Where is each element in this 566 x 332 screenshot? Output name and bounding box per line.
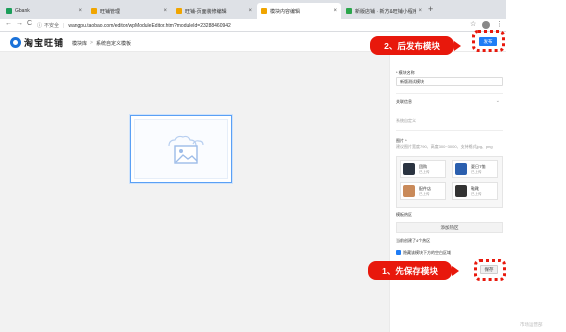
address-separator: | bbox=[63, 22, 65, 29]
hotspot-count: 当前创建了4个热区 bbox=[396, 238, 431, 243]
module-name-value: 新版测试模块 bbox=[400, 78, 424, 84]
divider bbox=[396, 93, 503, 94]
new-tab-button[interactable]: + bbox=[428, 4, 433, 14]
breadcrumb: 模块库 > 系统自定义模板 bbox=[72, 40, 131, 47]
bookmark-star-icon[interactable]: ☆ bbox=[470, 20, 476, 28]
info-icon: ⓘ bbox=[37, 23, 43, 29]
browser-window: Gbank × 旺铺管理 × 旺铺-页面装修编辑 × 模块内容编辑 × 新版店铺… bbox=[0, 0, 506, 332]
hide-blank-label: 隐藏该模块下方的空白区域 bbox=[403, 250, 451, 255]
profile-avatar[interactable] bbox=[482, 21, 490, 29]
reload-icon[interactable]: C bbox=[27, 20, 32, 27]
image-list: 团购 已上传 夏日T恤 已上传 配件店 已上传 鞋靴 已上传 bbox=[396, 156, 503, 208]
close-icon[interactable]: × bbox=[248, 8, 252, 14]
images-hint: 建议图片宽度790、高度300~3000、支持格式jpg、png bbox=[396, 144, 493, 149]
chevron-down-icon[interactable]: ⌄ bbox=[496, 98, 500, 104]
close-icon[interactable]: × bbox=[333, 8, 337, 14]
image-thumbnail bbox=[455, 185, 467, 197]
back-icon[interactable]: ← bbox=[5, 20, 12, 27]
image-thumbnail bbox=[403, 185, 415, 197]
gbank-favicon-icon bbox=[6, 8, 12, 14]
module-name-label: * 模块名称 bbox=[396, 70, 415, 75]
corner-watermark: 市场运营部 bbox=[520, 322, 543, 327]
add-hotspot-button[interactable]: 添加热区 bbox=[396, 222, 503, 233]
shop-favicon-icon bbox=[346, 8, 352, 14]
address-bar[interactable]: ⓘ 不安全 | wangpu.taobao.com/editor/wpModul… bbox=[37, 21, 462, 30]
tab-module-editor[interactable]: 模块内容编辑 × bbox=[257, 3, 341, 19]
hide-blank-checkbox[interactable] bbox=[396, 250, 401, 255]
tab-gbank[interactable]: Gbank × bbox=[2, 3, 86, 19]
browser-menu-icon[interactable]: ⋮ bbox=[496, 20, 503, 28]
annotation-step-1: 1、先保存模块 bbox=[368, 261, 459, 280]
breadcrumb-separator: > bbox=[90, 40, 93, 46]
close-icon[interactable]: × bbox=[78, 8, 82, 14]
browser-toolbar: ← → C ⓘ 不安全 | wangpu.taobao.com/editor/w… bbox=[0, 19, 506, 32]
divider bbox=[396, 130, 503, 131]
publish-highlight-ring bbox=[472, 30, 505, 52]
hotspot-label: 模板热区 bbox=[396, 212, 412, 217]
forward-icon[interactable]: → bbox=[16, 20, 23, 27]
taobao-favicon-icon bbox=[176, 8, 182, 14]
image-placeholder bbox=[134, 119, 228, 179]
close-icon[interactable]: × bbox=[163, 8, 167, 14]
module-settings-panel: * 模块名称 新版测试模块 关联信息 ⌄ 系统自定义 图片 * 建议图片宽度79… bbox=[389, 52, 506, 332]
url-text[interactable]: wangpu.taobao.com/editor/wpModuleEditor.… bbox=[68, 23, 230, 29]
taobao-favicon-icon bbox=[91, 8, 97, 14]
save-highlight-ring bbox=[474, 259, 506, 281]
image-item[interactable]: 鞋靴 已上传 bbox=[452, 182, 498, 200]
module-name-field[interactable]: 新版测试模块 bbox=[396, 77, 503, 86]
logo-mark-icon bbox=[10, 37, 21, 48]
bind-info-hint: 系统自定义 bbox=[396, 118, 416, 123]
tab-new-shop[interactable]: 新版店铺 · 新方&旺铺小程序 × bbox=[342, 3, 426, 19]
tab-wangpu-manage[interactable]: 旺铺管理 × bbox=[87, 3, 171, 19]
breadcrumb-item-module-library[interactable]: 模块库 bbox=[72, 40, 87, 47]
security-label: 不安全 bbox=[44, 23, 60, 29]
bind-info-label: 关联信息 bbox=[396, 99, 412, 104]
breadcrumb-item-current: 系统自定义模板 bbox=[95, 41, 131, 47]
image-item[interactable]: 团购 已上传 bbox=[400, 160, 446, 178]
taobao-favicon-icon bbox=[261, 8, 267, 14]
tab-strip: Gbank × 旺铺管理 × 旺铺-页面装修编辑 × 模块内容编辑 × 新版店铺… bbox=[0, 0, 506, 19]
taobao-wangpu-logo[interactable]: 淘宝旺铺 bbox=[10, 36, 64, 49]
image-thumbnail bbox=[403, 163, 415, 175]
selected-image-module[interactable] bbox=[130, 115, 232, 183]
tab-page-editor[interactable]: 旺铺-页面装修编辑 × bbox=[172, 3, 256, 19]
editor-canvas bbox=[0, 52, 389, 332]
close-icon[interactable]: × bbox=[418, 8, 422, 14]
image-placeholder-icon bbox=[168, 135, 204, 164]
annotation-step-2: 2、后发布模块 bbox=[370, 36, 461, 55]
image-thumbnail bbox=[455, 163, 467, 175]
image-item[interactable]: 夏日T恤 已上传 bbox=[452, 160, 498, 178]
image-item[interactable]: 配件店 已上传 bbox=[400, 182, 446, 200]
